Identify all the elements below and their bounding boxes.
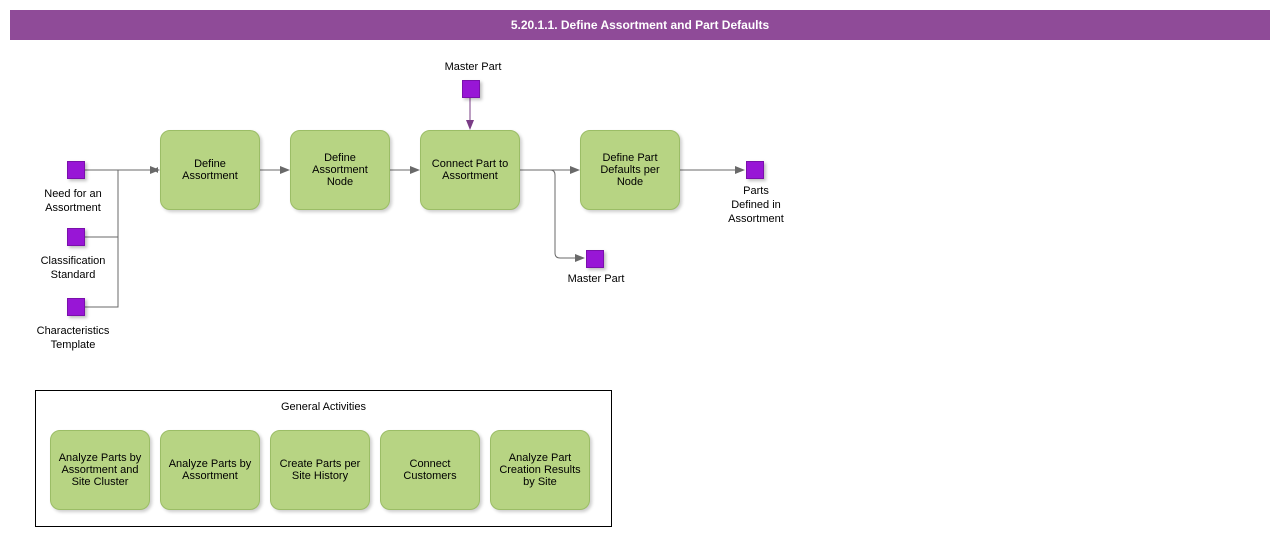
node-label: Define PartDefaults perNode	[600, 152, 659, 188]
page-title: 5.20.1.1. Define Assortment and Part Def…	[10, 10, 1270, 40]
port-master-part-out[interactable]	[586, 250, 604, 268]
port-label-need: Need for anAssortment	[33, 188, 113, 216]
port-label-master-in: Master Part	[433, 61, 513, 75]
node-analyze-parts-assortment[interactable]: Analyze Parts byAssortment	[160, 430, 260, 510]
port-need-assortment[interactable]	[67, 161, 85, 179]
node-label: Create Parts perSite History	[280, 458, 361, 482]
port-label-master-out: Master Part	[556, 273, 636, 287]
node-label: DefineAssortmentNode	[312, 152, 368, 188]
node-define-assortment-node[interactable]: DefineAssortmentNode	[290, 130, 390, 210]
node-create-parts-per-site-history[interactable]: Create Parts perSite History	[270, 430, 370, 510]
node-analyze-parts-assortment-site-cluster[interactable]: Analyze Parts byAssortment andSite Clust…	[50, 430, 150, 510]
node-connect-part-to-assortment[interactable]: Connect Part toAssortment	[420, 130, 520, 210]
node-label: Analyze Parts byAssortment andSite Clust…	[59, 452, 142, 488]
node-define-assortment[interactable]: DefineAssortment	[160, 130, 260, 210]
port-label-parts-defined: PartsDefined inAssortment	[716, 185, 796, 226]
node-label: Connect Part toAssortment	[432, 158, 508, 182]
port-parts-defined[interactable]	[746, 161, 764, 179]
panel-title: General Activities	[36, 401, 611, 413]
port-label-classification: ClassificationStandard	[33, 255, 113, 283]
node-label: ConnectCustomers	[403, 458, 456, 482]
port-classification-standard[interactable]	[67, 228, 85, 246]
port-characteristics-template[interactable]	[67, 298, 85, 316]
port-master-part-in[interactable]	[462, 80, 480, 98]
node-label: Analyze Parts byAssortment	[169, 458, 252, 482]
node-label: DefineAssortment	[182, 158, 238, 182]
node-define-part-defaults-per-node[interactable]: Define PartDefaults perNode	[580, 130, 680, 210]
diagram-canvas: 5.20.1.1. Define Assortment and Part Def…	[0, 0, 1280, 540]
node-connect-customers[interactable]: ConnectCustomers	[380, 430, 480, 510]
page-title-text: 5.20.1.1. Define Assortment and Part Def…	[511, 18, 769, 32]
port-label-characteristics: CharacteristicsTemplate	[28, 325, 118, 353]
node-analyze-part-creation-results-by-site[interactable]: Analyze PartCreation Resultsby Site	[490, 430, 590, 510]
node-label: Analyze PartCreation Resultsby Site	[499, 452, 580, 488]
